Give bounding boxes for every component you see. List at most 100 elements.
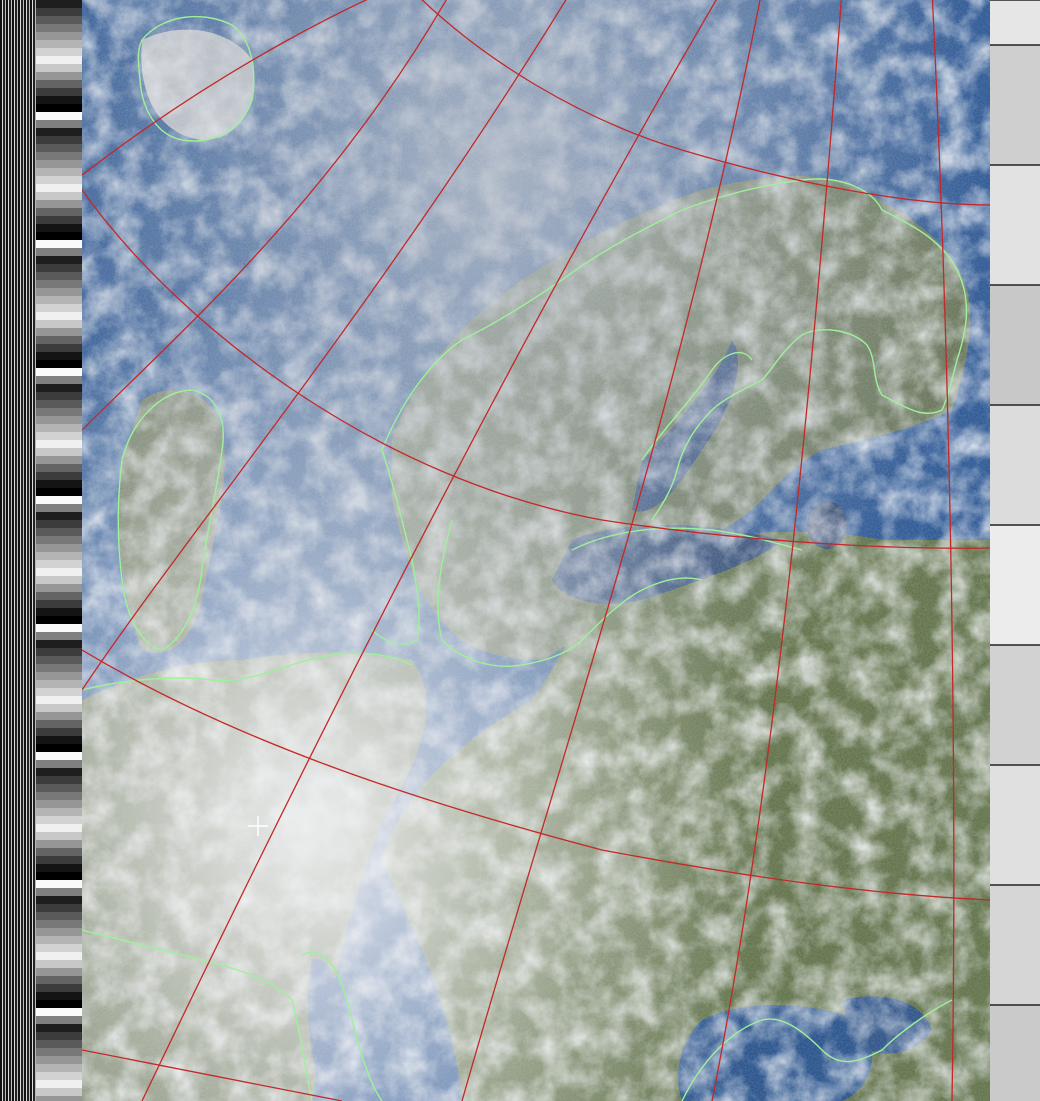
telemetry-wedge xyxy=(36,568,82,576)
telemetry-wedge xyxy=(36,144,82,152)
telemetry-wedge xyxy=(36,792,82,800)
telemetry-wedge xyxy=(36,336,82,344)
telemetry-wedge xyxy=(36,712,82,720)
telemetry-wedge xyxy=(36,1088,82,1096)
telemetry-wedge xyxy=(36,616,82,624)
telemetry-wedge xyxy=(36,976,82,984)
telemetry-wedge xyxy=(36,168,82,176)
telemetry-wedge xyxy=(36,840,82,848)
telemetry-wedge xyxy=(36,128,82,136)
telemetry-wedge xyxy=(36,856,82,864)
telemetry-wedge xyxy=(36,184,82,192)
telemetry-wedge xyxy=(36,584,82,592)
telemetry-wedge xyxy=(36,440,82,448)
telemetry-wedge xyxy=(36,752,82,760)
telemetry-wedge xyxy=(36,944,82,952)
telemetry-wedge xyxy=(36,72,82,80)
telemetry-wedge xyxy=(36,912,82,920)
telemetry-wedge xyxy=(36,328,82,336)
image-grain xyxy=(82,0,990,1101)
telemetry-wedge xyxy=(36,400,82,408)
telemetry-wedge xyxy=(36,576,82,584)
telemetry-wedge xyxy=(36,472,82,480)
telemetry-wedge xyxy=(36,264,82,272)
telemetry-wedge xyxy=(36,88,82,96)
telemetry-b-band xyxy=(990,165,1040,285)
telemetry-wedge xyxy=(36,632,82,640)
telemetry-b-band xyxy=(990,525,1040,645)
telemetry-wedge xyxy=(36,96,82,104)
telemetry-wedge xyxy=(36,1064,82,1072)
telemetry-wedge xyxy=(36,376,82,384)
telemetry-wedge xyxy=(36,720,82,728)
telemetry-wedge xyxy=(36,120,82,128)
telemetry-wedge xyxy=(36,1072,82,1080)
telemetry-wedge xyxy=(36,296,82,304)
telemetry-b-band xyxy=(990,285,1040,405)
telemetry-wedge xyxy=(36,352,82,360)
telemetry-wedge xyxy=(36,1056,82,1064)
telemetry-wedge xyxy=(36,152,82,160)
telemetry-wedge xyxy=(36,520,82,528)
telemetry-wedge xyxy=(36,288,82,296)
telemetry-wedge xyxy=(36,688,82,696)
telemetry-wedge xyxy=(36,1080,82,1088)
telemetry-wedge xyxy=(36,40,82,48)
telemetry-wedge xyxy=(36,544,82,552)
telemetry-wedge xyxy=(36,256,82,264)
telemetry-wedge xyxy=(36,656,82,664)
telemetry-wedge xyxy=(36,552,82,560)
telemetry-wedge xyxy=(36,480,82,488)
telemetry-b-band xyxy=(990,0,1040,45)
telemetry-wedge xyxy=(36,968,82,976)
telemetry-wedge xyxy=(36,648,82,656)
telemetry-wedge xyxy=(36,344,82,352)
telemetry-wedge xyxy=(36,320,82,328)
telemetry-wedge xyxy=(36,232,82,240)
telemetry-wedge xyxy=(36,864,82,872)
telemetry-wedge xyxy=(36,464,82,472)
telemetry-wedges-a xyxy=(36,0,82,1101)
telemetry-wedge xyxy=(36,512,82,520)
telemetry-wedge xyxy=(36,744,82,752)
telemetry-wedge xyxy=(36,248,82,256)
telemetry-wedge xyxy=(36,896,82,904)
telemetry-wedge xyxy=(36,424,82,432)
telemetry-wedge xyxy=(36,704,82,712)
telemetry-wedge xyxy=(36,984,82,992)
telemetry-wedge xyxy=(36,368,82,376)
telemetry-wedge xyxy=(36,408,82,416)
telemetry-wedge xyxy=(36,496,82,504)
telemetry-wedge xyxy=(36,24,82,32)
telemetry-channel-b xyxy=(990,0,1040,1101)
telemetry-wedge xyxy=(36,528,82,536)
telemetry-b-band xyxy=(990,45,1040,165)
telemetry-wedge xyxy=(36,1008,82,1016)
telemetry-wedge xyxy=(36,104,82,112)
telemetry-wedge xyxy=(36,224,82,232)
telemetry-wedge xyxy=(36,848,82,856)
telemetry-wedge xyxy=(36,304,82,312)
telemetry-b-band xyxy=(990,885,1040,1005)
telemetry-wedge xyxy=(36,776,82,784)
telemetry-wedge xyxy=(36,1032,82,1040)
telemetry-wedge xyxy=(36,448,82,456)
telemetry-wedge xyxy=(36,592,82,600)
telemetry-wedge xyxy=(36,680,82,688)
telemetry-wedge xyxy=(36,208,82,216)
telemetry-wedge xyxy=(36,536,82,544)
sync-a-strip xyxy=(0,0,36,1101)
telemetry-wedge xyxy=(36,112,82,120)
crosshair-marker xyxy=(248,816,268,836)
telemetry-wedge xyxy=(36,136,82,144)
telemetry-wedge xyxy=(36,280,82,288)
telemetry-wedge xyxy=(36,80,82,88)
telemetry-wedge xyxy=(36,240,82,248)
telemetry-wedge xyxy=(36,920,82,928)
telemetry-wedge xyxy=(36,456,82,464)
telemetry-wedge xyxy=(36,504,82,512)
telemetry-wedge xyxy=(36,872,82,880)
telemetry-wedge xyxy=(36,960,82,968)
telemetry-wedge xyxy=(36,640,82,648)
telemetry-wedge xyxy=(36,728,82,736)
